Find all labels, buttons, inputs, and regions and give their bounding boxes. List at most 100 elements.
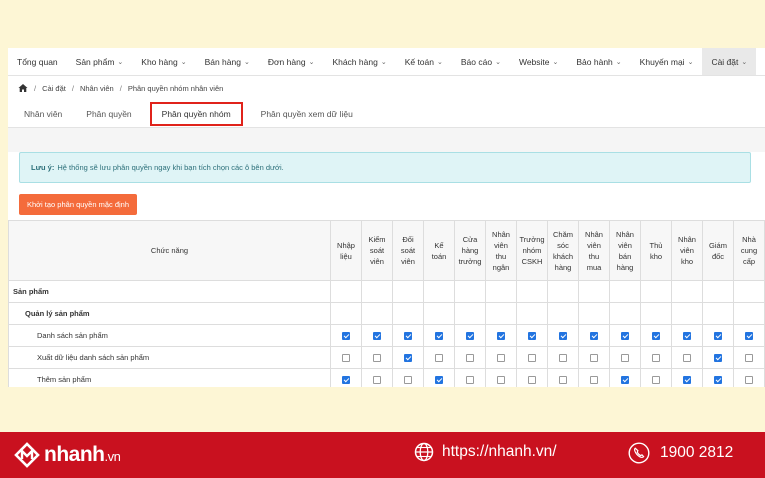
permission-checkbox-checked[interactable] (590, 332, 598, 340)
nav-item-label: Đơn hàng (267, 56, 306, 67)
permission-checkbox-checked[interactable] (435, 376, 443, 384)
website-contact[interactable]: https://nhanh.vn/ (414, 442, 557, 462)
chevron-down-icon: ⌄ (741, 58, 748, 66)
permission-checkbox-checked[interactable] (373, 332, 381, 340)
permission-checkbox-unchecked[interactable] (466, 376, 474, 384)
permission-checkbox-checked[interactable] (466, 332, 474, 340)
nav-item-6[interactable]: Kế toán ⌄ (396, 48, 452, 75)
permission-checkbox-checked[interactable] (404, 332, 412, 340)
permission-cell (671, 324, 703, 347)
brand-logo[interactable]: nhanh.vn (13, 441, 121, 469)
nav-item-7[interactable]: Báo cáo ⌄ (452, 48, 510, 75)
breadcrumb-item[interactable]: Nhân viên (80, 84, 114, 93)
notice-box: Lưu ý: Hệ thống sẽ lưu phân quyền ngay k… (19, 152, 751, 183)
nav-item-5[interactable]: Khách hàng ⌄ (323, 48, 395, 75)
permission-cell (330, 346, 362, 369)
permission-checkbox-unchecked[interactable] (435, 354, 443, 362)
permission-checkbox-unchecked[interactable] (621, 354, 629, 362)
nav-item-9[interactable]: Bảo hành ⌄ (567, 48, 630, 75)
permission-checkbox-unchecked[interactable] (683, 354, 691, 362)
permission-cell (733, 324, 765, 347)
permission-checkbox-unchecked[interactable] (559, 376, 567, 384)
permission-checkbox-unchecked[interactable] (590, 354, 598, 362)
permission-checkbox-unchecked[interactable] (373, 376, 381, 384)
subtab-0[interactable]: Nhân viên (12, 100, 74, 128)
permission-checkbox-checked[interactable] (683, 332, 691, 340)
chevron-down-icon: ⌄ (308, 58, 315, 66)
permission-checkbox-checked[interactable] (683, 376, 691, 384)
permission-checkbox-checked[interactable] (714, 354, 722, 362)
permission-checkbox-checked[interactable] (342, 332, 350, 340)
role-header-word: kho (680, 257, 694, 266)
breadcrumb-separator: / (34, 83, 37, 93)
permission-cell (454, 324, 486, 347)
permission-checkbox-unchecked[interactable] (342, 354, 350, 362)
permission-cell (423, 280, 455, 303)
permission-checkbox-unchecked[interactable] (404, 376, 412, 384)
role-header-word: Giám (709, 240, 727, 250)
table-row: Thêm sản phẩm (8, 368, 765, 387)
permission-checkbox-unchecked[interactable] (590, 376, 598, 384)
permission-checkbox-checked[interactable] (559, 332, 567, 340)
role-header-11: Nhân viên kho (671, 220, 703, 281)
permission-cell (423, 324, 455, 347)
phone-contact[interactable]: 1900 2812 (628, 442, 733, 464)
home-icon[interactable] (18, 83, 28, 93)
permission-cell (578, 280, 610, 303)
init-default-permissions-button[interactable]: Khởi tạo phân quyền mặc định (19, 194, 137, 215)
permission-checkbox-checked[interactable] (621, 376, 629, 384)
permission-cell (578, 346, 610, 369)
nav-item-0[interactable]: Tổng quan (8, 48, 67, 75)
permission-checkbox-checked[interactable] (497, 332, 505, 340)
permission-checkbox-checked[interactable] (714, 332, 722, 340)
role-header-2: Đối soát viên (392, 220, 424, 281)
permission-checkbox-unchecked[interactable] (528, 376, 536, 384)
permission-checkbox-checked[interactable] (528, 332, 536, 340)
main-navbar: Tổng quan Sản phẩm ⌄ Kho hàng ⌄ Bán hàng ⌄ Đơn … (8, 48, 765, 76)
nav-item-1[interactable]: Sản phẩm ⌄ (67, 48, 133, 75)
nav-item-10[interactable]: Khuyến mại ⌄ (631, 48, 703, 75)
subtab-1[interactable]: Phân quyền (74, 100, 143, 128)
permission-cell (330, 324, 362, 347)
permission-cell (423, 346, 455, 369)
permission-checkbox-checked[interactable] (745, 332, 753, 340)
nav-item-4[interactable]: Đơn hàng ⌄ (259, 48, 324, 75)
permission-checkbox-unchecked[interactable] (745, 354, 753, 362)
role-header-0: Nhập liệu (330, 220, 362, 281)
nav-item-2[interactable]: Kho hàng ⌄ (132, 48, 195, 75)
nav-item-8[interactable]: Website ⌄ (510, 48, 567, 75)
permission-cell (547, 280, 579, 303)
subtab-3[interactable]: Phân quyền xem dữ liệu (249, 100, 365, 128)
permission-checkbox-unchecked[interactable] (652, 354, 660, 362)
nav-item-label: Tổng quan (17, 56, 58, 67)
permission-checkbox-unchecked[interactable] (652, 376, 660, 384)
permission-checkbox-unchecked[interactable] (745, 376, 753, 384)
nav-item-11[interactable]: Cài đặt ⌄ (702, 48, 757, 75)
permission-checkbox-checked[interactable] (404, 354, 412, 362)
permission-checkbox-unchecked[interactable] (466, 354, 474, 362)
permission-checkbox-unchecked[interactable] (497, 376, 505, 384)
permission-checkbox-checked[interactable] (621, 332, 629, 340)
permission-cell (578, 302, 610, 325)
permission-checkbox-unchecked[interactable] (373, 354, 381, 362)
permission-checkbox-unchecked[interactable] (497, 354, 505, 362)
permission-checkbox-checked[interactable] (714, 376, 722, 384)
permission-checkbox-unchecked[interactable] (528, 354, 536, 362)
permission-cell (361, 280, 393, 303)
permission-checkbox-unchecked[interactable] (559, 354, 567, 362)
breadcrumb: / Cài đặt / Nhân viên / Phân quyền nhóm nhân … (8, 76, 765, 100)
permission-cell (671, 302, 703, 325)
role-header-word: toán (431, 251, 447, 261)
breadcrumb-item[interactable]: Cài đặt (42, 84, 66, 93)
function-label: Sản phẩm (8, 280, 331, 303)
nav-item-label: Kế toán (404, 56, 434, 67)
permission-checkbox-checked[interactable] (435, 332, 443, 340)
nav-item-3[interactable]: Bán hàng ⌄ (196, 48, 259, 75)
permission-checkbox-checked[interactable] (342, 376, 350, 384)
chevron-down-icon: ⌄ (117, 58, 124, 66)
table-row: Xuất dữ liệu danh sách sản phẩm (8, 346, 765, 369)
chevron-down-icon: ⌄ (243, 58, 250, 66)
permission-checkbox-checked[interactable] (652, 332, 660, 340)
subtab-2[interactable]: Phân quyền nhóm (149, 101, 243, 126)
role-header-word: sóc (557, 240, 569, 250)
